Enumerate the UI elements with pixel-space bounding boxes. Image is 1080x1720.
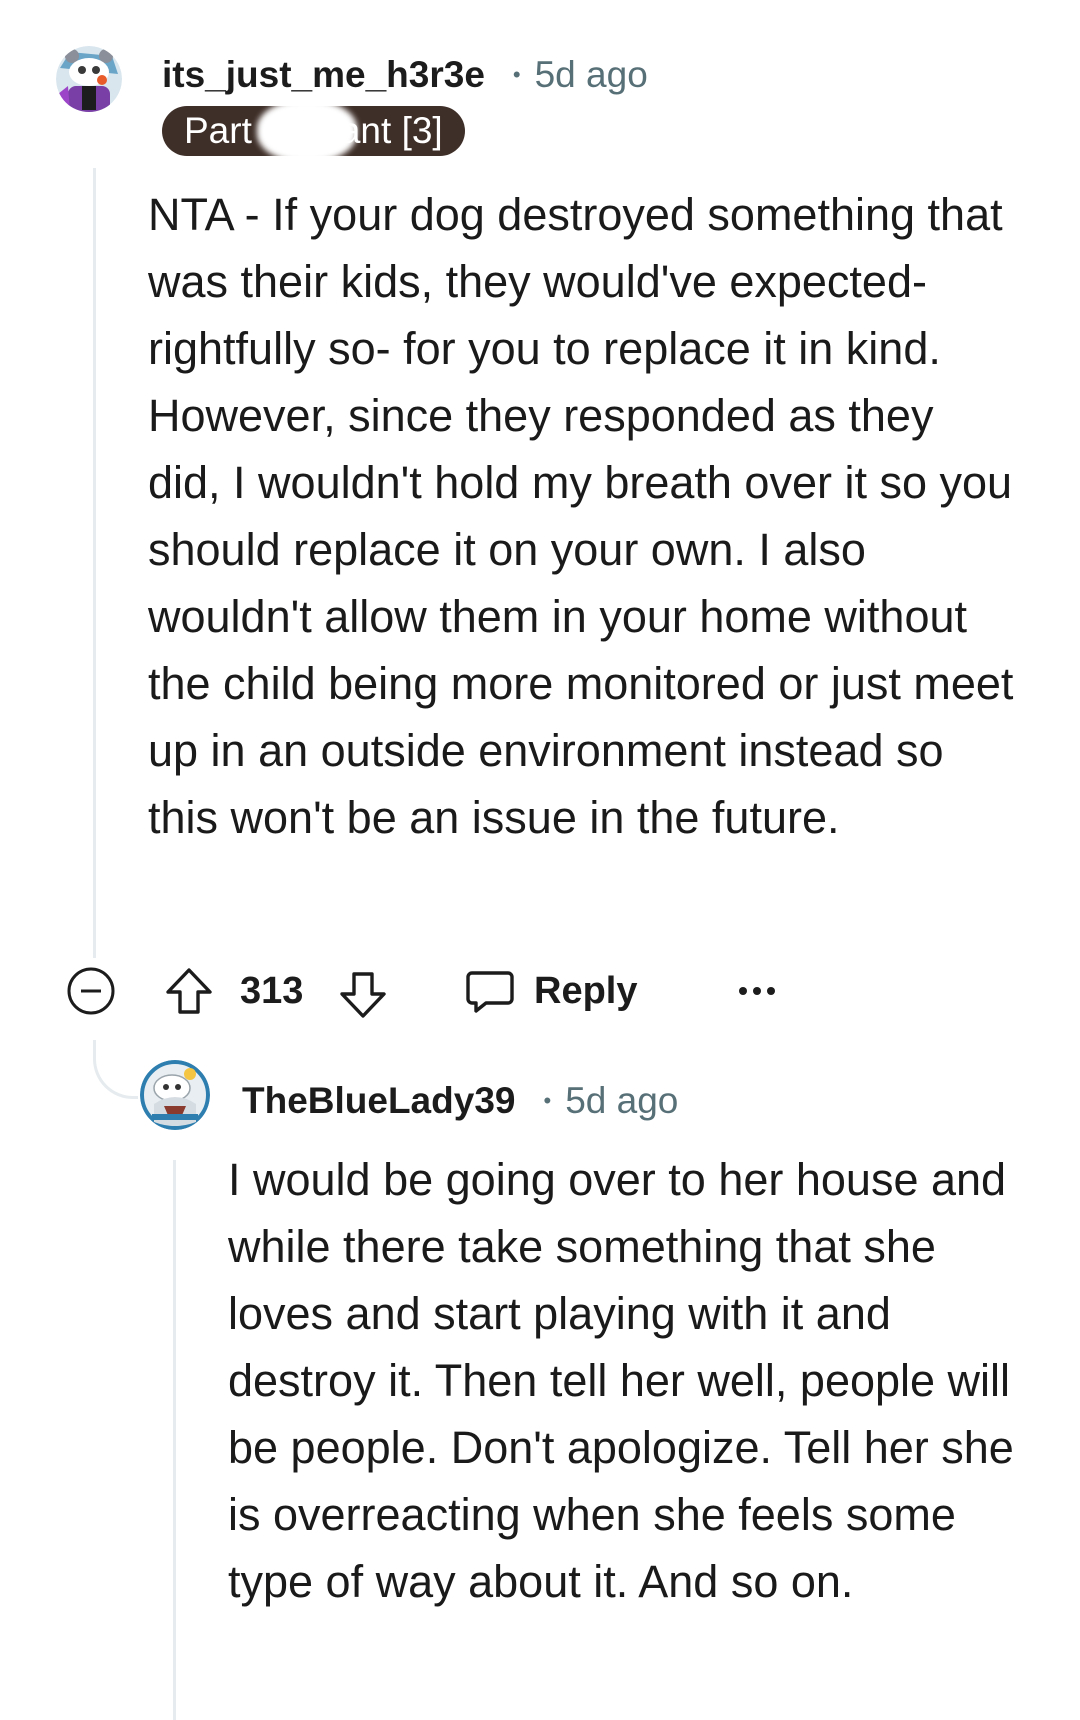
snoo-avatar-icon [140,1060,210,1130]
collapse-minus-icon[interactable] [66,966,116,1016]
thread-line[interactable] [173,1160,176,1720]
downvote-arrow-icon[interactable] [336,968,390,1022]
flair-text-start: Part [184,110,252,151]
user-flair: Part ant [3] [162,106,465,156]
upvote-arrow-icon[interactable] [162,964,216,1018]
comment-body: NTA - If your dog destroyed something th… [148,189,1014,843]
user-avatar[interactable] [56,46,122,112]
comment-action-bar: 313 Reply [66,958,806,1024]
comment-body: I would be going over to her house and w… [228,1154,1014,1607]
reply-label: Reply [534,969,638,1012]
meta-separator: • [512,62,521,87]
thread-connector [93,1040,138,1099]
timestamp[interactable]: 5d ago [565,1080,678,1122]
redaction-blur [257,106,357,156]
vote-score: 313 [240,970,304,1012]
speech-bubble-icon [466,971,514,1013]
comment-meta: TheBlueLady39 • 5d ago [242,1078,678,1124]
more-options-button[interactable] [732,968,782,1014]
username[interactable]: its_just_me_h3r3e [162,54,485,96]
snoo-avatar-icon [56,46,122,112]
timestamp[interactable]: 5d ago [535,54,648,96]
username[interactable]: TheBlueLady39 [242,1080,515,1122]
meta-separator: • [543,1088,552,1113]
thread-line[interactable] [93,168,96,958]
user-avatar[interactable] [140,1060,210,1130]
reply-button[interactable]: Reply [464,962,637,1020]
comment-meta: its_just_me_h3r3e • 5d ago [162,52,648,98]
ellipsis-icon [739,987,775,995]
